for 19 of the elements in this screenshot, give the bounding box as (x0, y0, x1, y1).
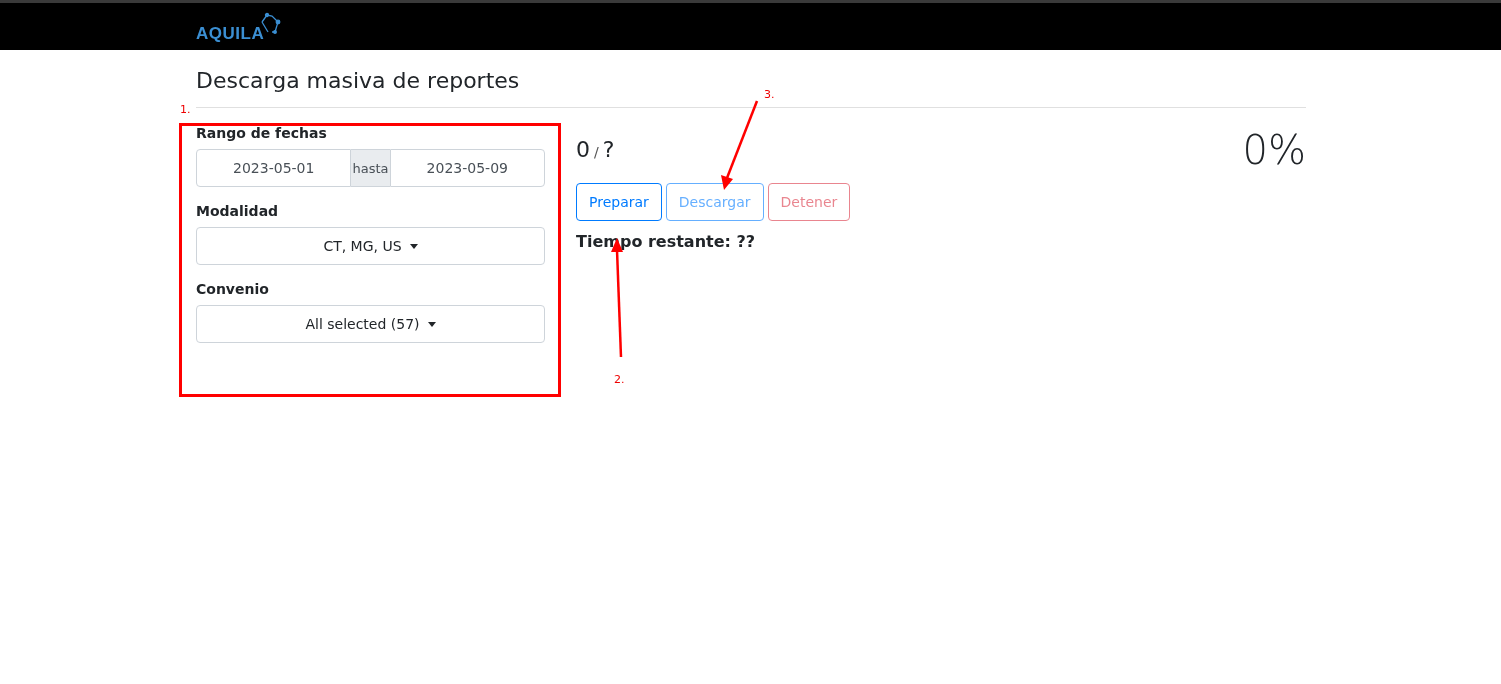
field-label: Rango de fechas (196, 125, 328, 141)
done-count: 0 (576, 137, 590, 162)
total-count: ? (602, 137, 615, 162)
action-button[interactable]: Preparar (576, 183, 662, 221)
field-label: Convenio (196, 281, 270, 297)
progress-percent: 0% (1242, 127, 1306, 173)
convenio-dropdown[interactable]: All selected (57) (196, 305, 545, 343)
field-label: Modalidad (196, 203, 280, 219)
modalidad-dropdown[interactable]: CT, MG, US (196, 227, 545, 265)
start-date-input[interactable]: 2023-05-01 (196, 149, 352, 187)
caret-icon (427, 321, 436, 327)
count-separator: / (594, 144, 599, 160)
caret-icon (409, 243, 418, 249)
annotation-label: 1. (180, 103, 191, 116)
logo-text: AQUILA (196, 24, 265, 44)
end-date-input[interactable]: 2023-05-09 (389, 149, 545, 187)
range-separator: hasta (351, 149, 390, 187)
annotation-label: 3. (764, 88, 775, 101)
annotation-label: 2. (614, 373, 625, 386)
